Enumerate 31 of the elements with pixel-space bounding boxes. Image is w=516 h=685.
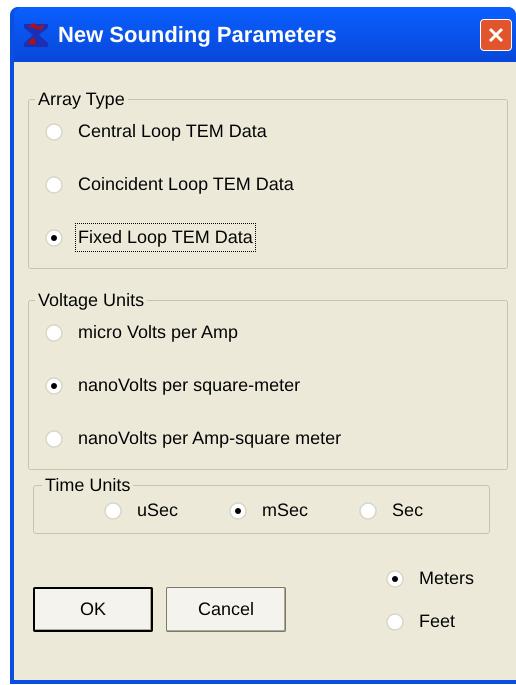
dialog-button[interactable]: OK xyxy=(33,587,153,632)
radio-button[interactable] xyxy=(45,430,63,448)
radio-button[interactable] xyxy=(45,122,63,140)
radio-button[interactable] xyxy=(45,376,63,394)
radio-label[interactable]: Meters xyxy=(416,564,478,593)
radio-button[interactable] xyxy=(386,570,404,588)
radio-button[interactable] xyxy=(229,502,248,520)
app-icon xyxy=(22,20,50,48)
radio-button[interactable] xyxy=(386,612,404,630)
group-label: Time Units xyxy=(44,476,132,494)
radio-button[interactable] xyxy=(104,502,122,520)
radio-label[interactable]: nanoVolts per square-meter xyxy=(75,371,304,400)
radio-label[interactable]: Feet xyxy=(416,607,458,636)
radio-button[interactable] xyxy=(45,324,63,342)
radio-label[interactable]: Fixed Loop TEM Data xyxy=(75,223,256,252)
group-label: Voltage Units xyxy=(37,289,146,312)
dialog-button[interactable]: Cancel xyxy=(166,587,286,632)
radio-label[interactable]: uSec xyxy=(134,496,182,525)
radio-label[interactable]: mSec xyxy=(259,496,312,525)
radio-label[interactable]: nanoVolts per Amp-square meter xyxy=(75,424,344,453)
radio-label[interactable]: Coincident Loop TEM Data xyxy=(75,170,297,199)
radio-button[interactable] xyxy=(45,228,63,246)
window-title: New Sounding Parameters xyxy=(58,21,338,49)
group-label: Array Type xyxy=(37,88,126,111)
radio-label[interactable]: Sec xyxy=(389,496,426,525)
radio-label[interactable]: micro Volts per Amp xyxy=(75,318,242,347)
radio-label[interactable]: Central Loop TEM Data xyxy=(75,117,270,146)
close-button[interactable] xyxy=(480,18,512,50)
close-icon xyxy=(487,26,505,44)
radio-button[interactable] xyxy=(45,176,63,194)
radio-button[interactable] xyxy=(359,502,378,520)
